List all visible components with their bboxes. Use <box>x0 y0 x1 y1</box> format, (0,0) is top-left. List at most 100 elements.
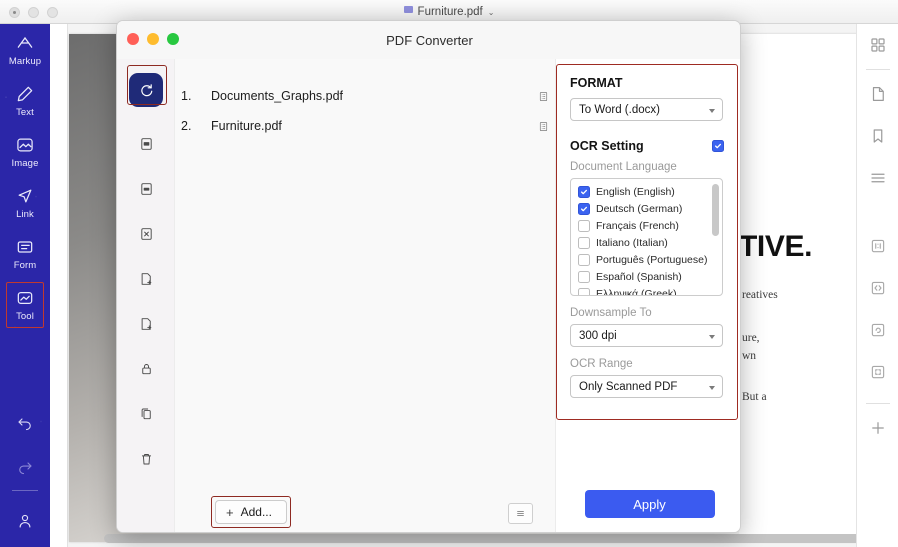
list-item[interactable]: Español (Spanish) <box>571 268 722 285</box>
strip-item-to-word[interactable] <box>117 121 175 166</box>
strip-item-extract-page[interactable] <box>117 301 175 346</box>
extract-page-icon <box>141 317 151 330</box>
crop-page-button[interactable] <box>857 351 898 393</box>
list-item[interactable]: Français (French) <box>571 217 722 234</box>
language-label: Deutsch (German) <box>596 202 683 215</box>
downsample-select[interactable]: 300 dpi <box>570 324 723 347</box>
strip-item-delete[interactable] <box>117 436 175 481</box>
actual-size-button[interactable] <box>857 225 898 267</box>
file-index: 1. <box>181 89 192 103</box>
thumbnails-button[interactable] <box>857 24 898 66</box>
pencil-icon <box>14 84 36 104</box>
settings-content: FORMAT To Word (.docx) OCR Setting Docum… <box>556 64 738 398</box>
add-tool-button[interactable] <box>857 407 898 449</box>
pdf-file-icon <box>403 5 413 13</box>
chevron-down-icon[interactable]: ⌄ <box>488 8 495 17</box>
sidebar-divider <box>12 490 38 491</box>
language-checkbox[interactable] <box>578 270 590 283</box>
add-button[interactable]: + Add... <box>215 500 287 524</box>
list-item[interactable]: Português (Portuguese) <box>571 251 722 268</box>
sidebar-item-markup[interactable]: Markup <box>0 24 50 75</box>
apply-button[interactable]: Apply <box>584 490 715 518</box>
duplicate-copy-icon <box>141 408 151 419</box>
page-button[interactable] <box>857 73 898 115</box>
language-checkbox[interactable] <box>578 287 590 295</box>
sidebar-label-text: Text <box>16 107 34 118</box>
fit-width-icon <box>871 281 885 295</box>
sidebar-bottom-group <box>0 400 50 547</box>
ocr-heading-row: OCR Setting <box>570 139 724 153</box>
language-checkbox[interactable] <box>578 202 590 215</box>
format-heading: FORMAT <box>570 76 623 90</box>
language-checkbox[interactable] <box>578 253 590 266</box>
check-icon <box>581 189 587 194</box>
chevron-down-icon <box>709 108 715 113</box>
plus-icon: + <box>226 504 234 520</box>
list-item[interactable]: English (English) <box>571 183 722 200</box>
check-icon <box>715 143 721 149</box>
to-ppt-doc-icon <box>140 182 152 195</box>
page-icon <box>872 87 884 101</box>
sidebar-item-form[interactable]: Form <box>0 228 50 279</box>
fit-width-button[interactable] <box>857 267 898 309</box>
tool-icon <box>14 288 36 308</box>
add-button-highlight: + Add... <box>211 496 291 528</box>
language-label: Ελληνικά (Greek) <box>596 287 677 296</box>
pdf-converter-dialog: PDF Converter 1. Documents_Graphs.pdf 2.… <box>116 20 741 533</box>
language-label: English (English) <box>596 185 675 198</box>
sidebar-label-form: Form <box>13 260 37 271</box>
viewer-horizontal-scrollbar[interactable] <box>104 534 890 543</box>
language-checkbox[interactable] <box>578 236 590 249</box>
redo-button[interactable] <box>0 444 50 488</box>
rail-divider-top <box>865 69 890 70</box>
file-name: Furniture.pdf <box>211 119 282 133</box>
list-view-button[interactable] <box>508 503 533 524</box>
language-checkbox[interactable] <box>578 219 590 232</box>
table-row[interactable]: 1. Documents_Graphs.pdf <box>175 81 555 111</box>
language-list-scrollbar[interactable] <box>712 184 719 236</box>
ocr-range-select[interactable]: Only Scanned PDF <box>570 375 723 398</box>
insert-page-icon <box>141 272 151 285</box>
link-send-icon <box>14 186 36 206</box>
dialog-tool-strip <box>117 59 175 532</box>
language-list[interactable]: English (English) Deutsch (German) Franç… <box>570 178 723 296</box>
rotate-page-button[interactable] <box>857 309 898 351</box>
fit-one-to-one-icon <box>871 239 885 253</box>
sidebar-item-link[interactable]: Link <box>0 177 50 228</box>
strip-item-duplicate[interactable] <box>117 391 175 436</box>
strip-item-to-excel[interactable] <box>117 211 175 256</box>
sidebar-item-text[interactable]: Text <box>0 75 50 126</box>
list-item[interactable]: Italiano (Italian) <box>571 234 722 251</box>
strip-item-convert[interactable] <box>117 59 175 121</box>
sidebar-label-markup: Markup <box>8 56 42 67</box>
language-checkbox[interactable] <box>578 185 590 198</box>
trash-delete-icon <box>141 453 151 464</box>
check-icon <box>581 206 587 211</box>
account-button[interactable] <box>0 495 50 547</box>
file-name: Documents_Graphs.pdf <box>211 89 344 103</box>
sidebar-item-tool[interactable]: Tool <box>0 279 50 330</box>
table-row[interactable]: 2. Furniture.pdf <box>175 111 555 141</box>
format-select[interactable]: To Word (.docx) <box>570 98 723 121</box>
bookmark-button[interactable] <box>857 115 898 157</box>
page-range-icon[interactable] <box>531 90 555 103</box>
outline-button[interactable] <box>857 157 898 199</box>
sidebar-label-link: Link <box>16 209 34 220</box>
os-window-title: Furniture.pdf <box>417 6 483 18</box>
page-text-column: TIVE. reatives ure, wn But a <box>739 34 865 542</box>
ocr-range-select-value: Only Scanned PDF <box>579 380 678 393</box>
strip-item-protect[interactable] <box>117 346 175 391</box>
lock-protect-icon <box>141 363 151 374</box>
undo-button[interactable] <box>0 400 50 444</box>
add-plus-icon <box>872 422 884 434</box>
list-item[interactable]: Ελληνικά (Greek) <box>571 285 722 296</box>
page-range-icon[interactable] <box>531 120 555 133</box>
list-item[interactable]: Deutsch (German) <box>571 200 722 217</box>
ocr-enable-checkbox[interactable] <box>712 140 724 152</box>
strip-item-to-ppt[interactable] <box>117 166 175 211</box>
sidebar-label-tool: Tool <box>16 311 34 322</box>
grid-thumbnails-icon <box>871 38 885 52</box>
sidebar-item-image[interactable]: Image <box>0 126 50 177</box>
strip-item-insert-page[interactable] <box>117 256 175 301</box>
rail-divider-bottom <box>865 403 890 404</box>
